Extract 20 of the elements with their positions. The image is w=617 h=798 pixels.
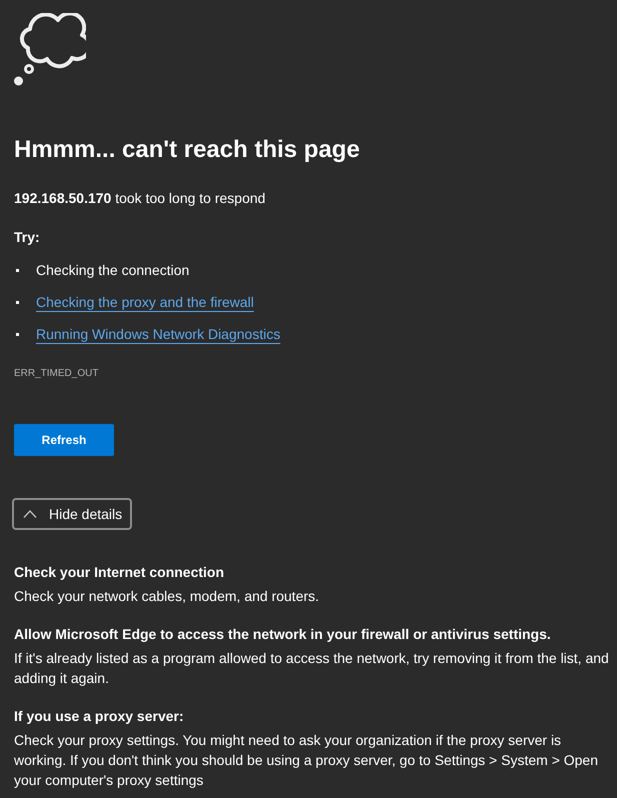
details-text: Check your network cables, modem, and routers. [14,587,320,606]
refresh-button[interactable]: Refresh [14,424,114,456]
suggestion-link[interactable]: Checking the proxy and the firewall [36,292,254,312]
error-code: ERR_TIMED_OUT [14,367,98,381]
details-heading: Check your Internet connection [14,563,226,582]
details-heading: If you use a proxy server: [14,707,185,726]
bullet-icon [16,332,19,336]
error-message: 192.168.50.170 took too long to respond [14,189,266,208]
details-text: Check your proxy settings. You might need to ask your organization if the proxy server is working. If you don't think you should be using a proxy server, go to Settings > System > Open your computer's proxy settings [14,731,600,790]
hide-details-button[interactable]: Hide details [12,498,132,530]
details-text: If it's already listed as a program allowed to access the network, try removing it from the list, and adding it again. [14,649,610,688]
suggestion-link[interactable]: Running Windows Network Diagnostics [36,324,280,344]
chevron-up-icon [23,510,37,518]
thought-bubble-icon [14,13,86,86]
suggestion-text: Checking the connection [36,261,190,280]
suggestions-heading: Try: [14,228,40,247]
bullet-icon [16,300,19,304]
details-heading: Allow Microsoft Edge to access the network in your firewall or antivirus settings. [14,625,552,644]
page-title: Hmmm... can't reach this page [14,135,360,165]
bullet-icon [16,268,19,272]
